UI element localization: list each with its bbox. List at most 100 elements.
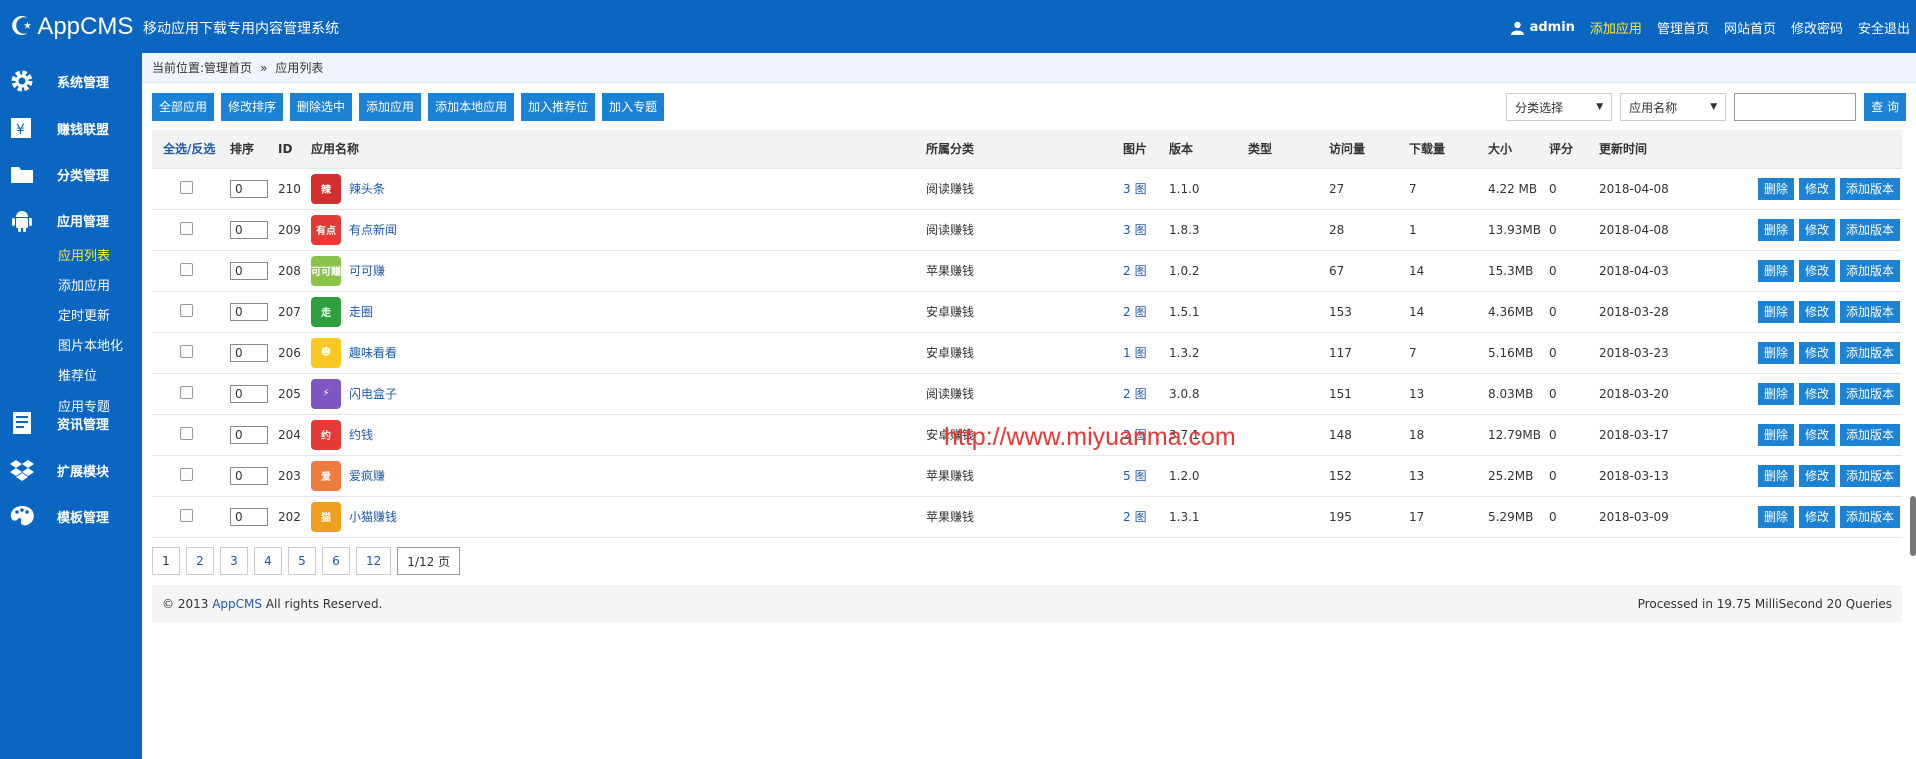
add-version-button[interactable]: 添加版本 (1839, 505, 1900, 528)
scrollbar[interactable] (1910, 496, 1916, 556)
row-checkbox[interactable] (180, 180, 193, 194)
order-input[interactable]: 0 (230, 179, 268, 198)
row-checkbox[interactable] (180, 467, 193, 481)
category-select[interactable]: 分类选择 ▼ (1506, 93, 1613, 121)
add-version-button[interactable]: 添加版本 (1839, 423, 1900, 446)
app-name-link[interactable]: 趣味看看 (349, 344, 397, 361)
delete-button[interactable]: 删除 (1757, 382, 1794, 405)
edit-button[interactable]: 修改 (1798, 177, 1835, 200)
delete-button[interactable]: 删除 (1757, 505, 1794, 528)
sidebar-subitem[interactable]: 应用专题 (58, 396, 110, 415)
add-version-button[interactable]: 添加版本 (1839, 464, 1900, 487)
row-checkbox[interactable] (180, 385, 193, 399)
edit-button[interactable]: 修改 (1798, 341, 1835, 364)
image-count-link[interactable]: 2图 (1123, 387, 1147, 401)
page-link[interactable]: 3 (220, 547, 248, 575)
image-count-link[interactable]: 2图 (1123, 305, 1147, 319)
sidebar-subitem[interactable]: 推荐位 (58, 365, 97, 384)
row-checkbox[interactable] (180, 262, 193, 276)
row-checkbox[interactable] (180, 508, 193, 522)
order-input[interactable]: 0 (230, 343, 268, 362)
sidebar-subitem[interactable]: 添加应用 (58, 275, 110, 294)
image-count-link[interactable]: 2图 (1123, 510, 1147, 524)
top-nav-link[interactable]: 安全退出 (1858, 18, 1910, 37)
edit-button[interactable]: 修改 (1798, 218, 1835, 241)
order-input[interactable]: 0 (230, 261, 268, 280)
breadcrumb-home[interactable]: 管理首页 (204, 59, 252, 76)
add-version-button[interactable]: 添加版本 (1839, 382, 1900, 405)
user-menu[interactable]: admin (1510, 20, 1575, 35)
row-checkbox[interactable] (180, 303, 193, 317)
edit-button[interactable]: 修改 (1798, 505, 1835, 528)
logo[interactable]: ☪ AppCMS (10, 10, 133, 44)
page-link[interactable]: 2 (186, 547, 214, 575)
sidebar-group-folder[interactable]: 分类管理 (0, 154, 142, 194)
delete-button[interactable]: 删除 (1757, 218, 1794, 241)
top-nav-link[interactable]: 添加应用 (1590, 18, 1642, 37)
footer-brand-link[interactable]: AppCMS (212, 597, 262, 611)
order-input[interactable]: 0 (230, 425, 268, 444)
all-apps-button[interactable]: 全部应用 (152, 93, 215, 121)
sidebar-subitem[interactable]: 定时更新 (58, 305, 110, 324)
sidebar-subitem[interactable]: 应用列表 (58, 245, 110, 264)
app-name-link[interactable]: 走圈 (349, 303, 373, 320)
row-checkbox[interactable] (180, 221, 193, 235)
delete-button[interactable]: 删除 (1757, 464, 1794, 487)
image-count-link[interactable]: 3图 (1123, 223, 1147, 237)
page-link[interactable]: 4 (254, 547, 282, 575)
edit-button[interactable]: 修改 (1798, 300, 1835, 323)
order-input[interactable]: 0 (230, 384, 268, 403)
app-name-link[interactable]: 有点新闻 (349, 221, 397, 238)
field-select[interactable]: 应用名称 ▼ (1620, 93, 1727, 121)
top-nav-link[interactable]: 网站首页 (1724, 18, 1776, 37)
delete-selected-button[interactable]: 删除选中 (290, 93, 353, 121)
edit-button[interactable]: 修改 (1798, 464, 1835, 487)
order-input[interactable]: 0 (230, 302, 268, 321)
delete-button[interactable]: 删除 (1757, 423, 1794, 446)
page-link[interactable]: 5 (288, 547, 316, 575)
app-name-link[interactable]: 小猫赚钱 (349, 508, 397, 525)
sidebar-subitem[interactable]: 图片本地化 (58, 335, 123, 354)
add-version-button[interactable]: 添加版本 (1839, 341, 1900, 364)
search-input[interactable] (1734, 93, 1857, 121)
add-app-button[interactable]: 添加应用 (359, 93, 422, 121)
sidebar-group-gear[interactable]: 系统管理 (0, 61, 142, 101)
delete-button[interactable]: 删除 (1757, 177, 1794, 200)
order-input[interactable]: 0 (230, 466, 268, 485)
add-version-button[interactable]: 添加版本 (1839, 218, 1900, 241)
image-count-link[interactable]: 5图 (1123, 469, 1147, 483)
order-input[interactable]: 0 (230, 220, 268, 239)
add-to-topic-button[interactable]: 加入专题 (602, 93, 665, 121)
add-version-button[interactable]: 添加版本 (1839, 177, 1900, 200)
select-all-toggle[interactable]: 全选/反选 (152, 130, 230, 169)
app-name-link[interactable]: 闪电盒子 (349, 385, 397, 402)
image-count-link[interactable]: 3图 (1123, 182, 1147, 196)
page-link[interactable]: 12 (356, 547, 392, 575)
add-version-button[interactable]: 添加版本 (1839, 300, 1900, 323)
image-count-link[interactable]: 2图 (1123, 264, 1147, 278)
delete-button[interactable]: 删除 (1757, 341, 1794, 364)
add-to-recommend-button[interactable]: 加入推荐位 (521, 93, 596, 121)
order-input[interactable]: 0 (230, 507, 268, 526)
row-checkbox[interactable] (180, 426, 193, 440)
page-link[interactable]: 6 (322, 547, 350, 575)
add-version-button[interactable]: 添加版本 (1839, 259, 1900, 282)
app-name-link[interactable]: 辣头条 (349, 180, 385, 197)
image-count-link[interactable]: 1图 (1123, 346, 1147, 360)
sidebar-group-android[interactable]: 应用管理 (0, 200, 142, 240)
edit-order-button[interactable]: 修改排序 (221, 93, 284, 121)
sidebar-group-dropbox[interactable]: 扩展模块 (0, 450, 142, 490)
top-nav-link[interactable]: 管理首页 (1657, 18, 1709, 37)
app-name-link[interactable]: 爱疯赚 (349, 467, 385, 484)
delete-button[interactable]: 删除 (1757, 300, 1794, 323)
app-name-link[interactable]: 约钱 (349, 426, 373, 443)
search-button[interactable]: 查 询 (1864, 93, 1906, 121)
edit-button[interactable]: 修改 (1798, 382, 1835, 405)
edit-button[interactable]: 修改 (1798, 423, 1835, 446)
page-link[interactable]: 1 (152, 547, 180, 575)
add-local-app-button[interactable]: 添加本地应用 (428, 93, 515, 121)
top-nav-link[interactable]: 修改密码 (1791, 18, 1843, 37)
edit-button[interactable]: 修改 (1798, 259, 1835, 282)
app-name-link[interactable]: 可可赚 (349, 262, 385, 279)
sidebar-group-money[interactable]: ¥ 赚钱联盟 (0, 108, 142, 148)
